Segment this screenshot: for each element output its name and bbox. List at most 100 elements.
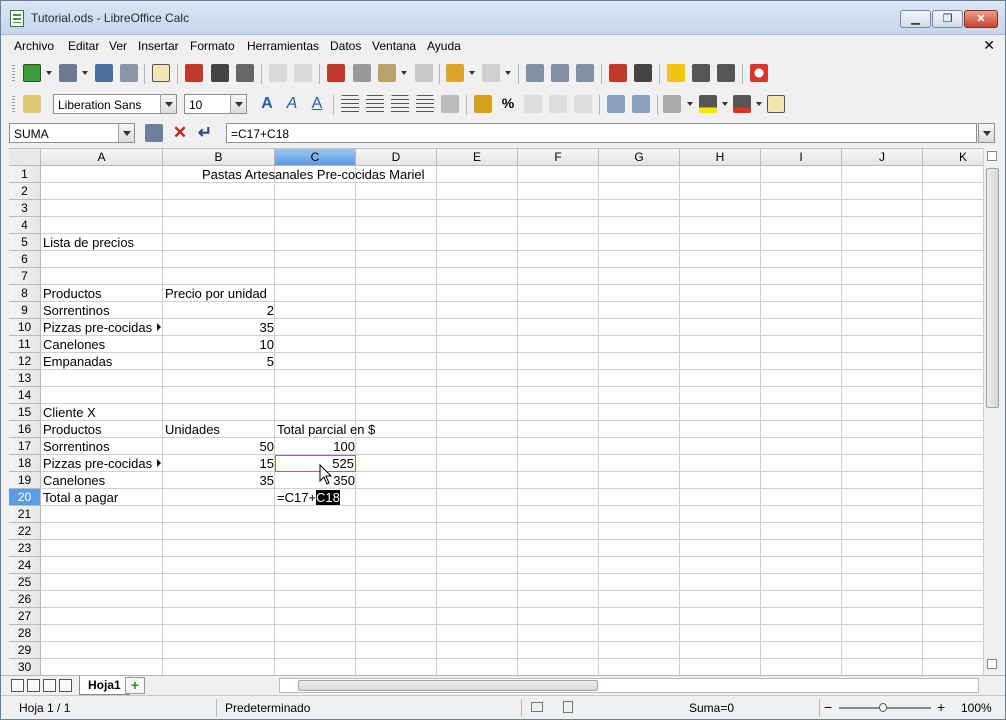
increase-indent-icon[interactable] — [632, 95, 650, 113]
menu-ver[interactable]: Ver — [109, 39, 127, 53]
row-header-9[interactable]: 9 — [9, 302, 41, 319]
cell-c16[interactable]: Total parcial en $ — [277, 421, 375, 438]
insert-mode-icon[interactable] — [531, 702, 543, 712]
column-header-h[interactable]: H — [680, 149, 761, 166]
first-sheet-icon[interactable] — [11, 679, 24, 692]
sort-ascending-icon[interactable] — [551, 64, 569, 82]
cell-c20-editing[interactable]: =C17+C18 — [277, 489, 340, 506]
column-header-k[interactable]: K — [923, 149, 983, 166]
column-header-f[interactable]: F — [518, 149, 599, 166]
row-header-7[interactable]: 7 — [9, 268, 41, 285]
last-sheet-icon[interactable] — [59, 679, 72, 692]
cell-a18[interactable]: Pizzas pre-cocidas — [43, 455, 152, 472]
row-header-25[interactable]: 25 — [9, 574, 41, 591]
maximize-button[interactable]: ❐ — [932, 10, 963, 28]
export-pdf-icon[interactable] — [185, 64, 203, 82]
cell-a15[interactable]: Cliente X — [43, 404, 96, 421]
cell-title[interactable]: Pastas Artesanales Pre-cocidas Mariel — [202, 166, 425, 183]
open-folder-icon[interactable] — [59, 64, 77, 82]
menu-formato[interactable]: Formato — [190, 39, 235, 53]
row-header-15[interactable]: 15 — [9, 404, 41, 421]
row-header-26[interactable]: 26 — [9, 591, 41, 608]
page-style[interactable]: Predeterminado — [225, 701, 310, 715]
draw-functions-icon[interactable] — [634, 64, 652, 82]
row-header-2[interactable]: 2 — [9, 183, 41, 200]
row-header-19[interactable]: 19 — [9, 472, 41, 489]
expand-formula-button[interactable] — [978, 123, 995, 143]
email-icon[interactable] — [120, 64, 138, 82]
borders-icon[interactable] — [663, 95, 681, 113]
row-header-16[interactable]: 16 — [9, 421, 41, 438]
merge-cells-icon[interactable] — [441, 95, 459, 113]
cell-a11[interactable]: Canelones — [43, 336, 105, 353]
open-dropdown-icon[interactable] — [82, 71, 88, 75]
font-size-combo[interactable]: 10 — [184, 94, 247, 114]
align-left-icon[interactable] — [341, 95, 359, 113]
formula-input[interactable]: =C17+C18 — [226, 123, 977, 143]
redo-dropdown-icon[interactable] — [505, 71, 511, 75]
cell-c17[interactable]: 100 — [275, 438, 356, 455]
row-header-21[interactable]: 21 — [9, 506, 41, 523]
row-header-6[interactable]: 6 — [9, 251, 41, 268]
font-name-combo[interactable]: Liberation Sans — [53, 94, 177, 114]
zoom-slider-handle[interactable] — [879, 703, 887, 712]
underline-icon[interactable]: A — [308, 95, 326, 113]
row-header-22[interactable]: 22 — [9, 523, 41, 540]
font-color-icon[interactable] — [733, 95, 751, 113]
row-header-28[interactable]: 28 — [9, 625, 41, 642]
select-all-corner[interactable] — [9, 149, 41, 166]
print-icon[interactable] — [211, 64, 229, 82]
copy-icon[interactable] — [353, 64, 371, 82]
menu-datos[interactable]: Datos — [330, 39, 361, 53]
sort-descending-icon[interactable] — [576, 64, 594, 82]
undo-dropdown-icon[interactable] — [469, 71, 475, 75]
cell-a17[interactable]: Sorrentinos — [43, 438, 109, 455]
column-header-b[interactable]: B — [163, 149, 275, 166]
chevron-down-icon[interactable] — [118, 124, 134, 142]
row-header-11[interactable]: 11 — [9, 336, 41, 353]
name-box[interactable]: SUMA — [9, 123, 135, 143]
column-header-a[interactable]: A — [41, 149, 163, 166]
zoom-slider[interactable] — [839, 703, 931, 712]
paste-dropdown-icon[interactable] — [401, 71, 407, 75]
cell-b8[interactable]: Precio por unidad — [165, 285, 267, 302]
row-header-3[interactable]: 3 — [9, 200, 41, 217]
cell-b17[interactable]: 50 — [163, 438, 275, 455]
cell-a12[interactable]: Empanadas — [43, 353, 112, 370]
borders-dropdown-icon[interactable] — [687, 102, 693, 106]
cell-a20[interactable]: Total a pagar — [43, 489, 118, 506]
row-header-13[interactable]: 13 — [9, 370, 41, 387]
font-color-dropdown-icon[interactable] — [756, 102, 762, 106]
scroll-down-icon[interactable] — [987, 659, 997, 669]
align-center-icon[interactable] — [366, 95, 384, 113]
undo-icon[interactable] — [446, 64, 464, 82]
toggle-grid-icon[interactable] — [767, 95, 785, 113]
background-color-icon[interactable] — [699, 95, 717, 113]
row-header-10[interactable]: 10 — [9, 319, 41, 336]
redo-icon[interactable] — [482, 64, 500, 82]
cell-b9[interactable]: 2 — [163, 302, 275, 319]
row-header-1[interactable]: 1 — [9, 166, 41, 183]
cell-b16[interactable]: Unidades — [165, 421, 220, 438]
menu-ayuda[interactable]: Ayuda — [427, 39, 461, 53]
data-sources-icon[interactable] — [717, 64, 735, 82]
scroll-up-icon[interactable] — [987, 151, 997, 161]
column-header-j[interactable]: J — [842, 149, 923, 166]
edit-mode-icon[interactable] — [152, 64, 170, 82]
clone-formatting-icon[interactable] — [415, 64, 433, 82]
column-header-g[interactable]: G — [599, 149, 680, 166]
next-sheet-icon[interactable] — [43, 679, 56, 692]
standard-format-icon[interactable] — [524, 95, 542, 113]
cell-b11[interactable]: 10 — [163, 336, 275, 353]
zoom-in-icon[interactable]: + — [937, 699, 945, 715]
column-header-c[interactable]: C — [275, 149, 356, 166]
italic-icon[interactable]: A — [283, 95, 301, 113]
menu-archivo[interactable]: Archivo — [14, 39, 54, 53]
cancel-icon[interactable]: ✕ — [171, 124, 189, 142]
navigator-icon[interactable] — [667, 64, 685, 82]
column-header-i[interactable]: I — [761, 149, 842, 166]
zoom-level[interactable]: 100% — [961, 701, 992, 715]
row-header-29[interactable]: 29 — [9, 642, 41, 659]
sheet-tab-hoja1[interactable]: Hoja1 — [79, 676, 130, 695]
cell-a10[interactable]: Pizzas pre-cocidas — [43, 319, 152, 336]
